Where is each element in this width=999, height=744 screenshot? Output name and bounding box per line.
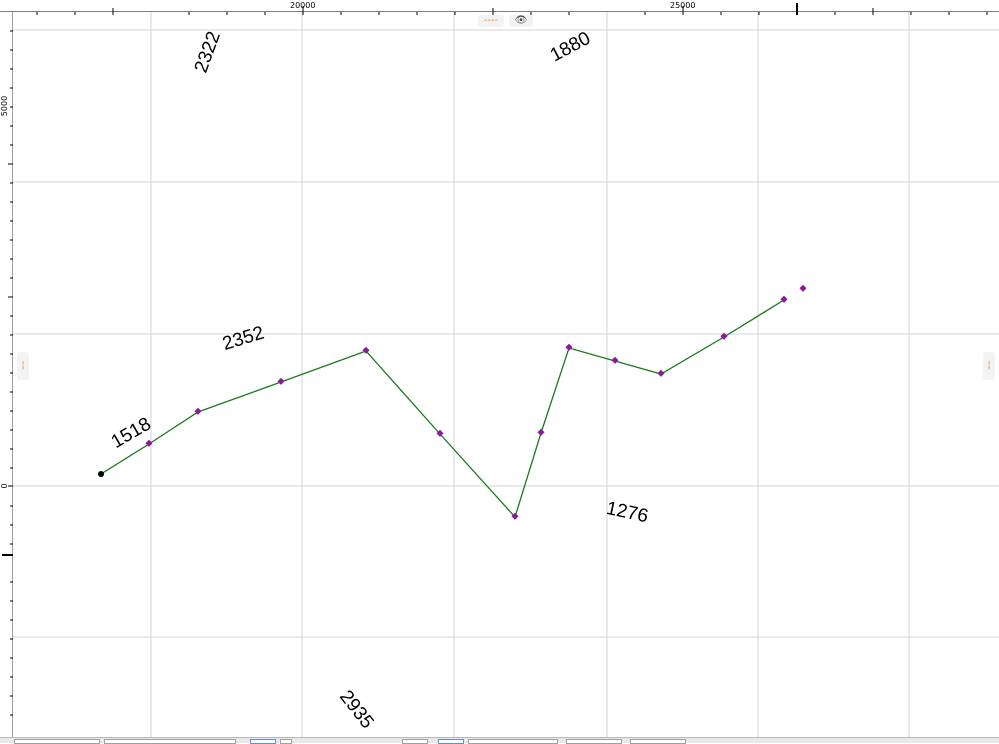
segment-label: 2935 — [335, 686, 378, 732]
segment-label: 1518 — [108, 414, 155, 453]
route-start-point[interactable] — [98, 471, 104, 477]
vertex-handle[interactable] — [537, 428, 545, 436]
top-ruler[interactable]: 20000 25000 — [0, 0, 999, 15]
status-button[interactable] — [280, 739, 292, 744]
status-button[interactable] — [402, 739, 428, 744]
eye-icon[interactable]: 👁 — [509, 15, 533, 27]
left-ruler-label-5000: 5000 — [0, 95, 9, 117]
route-polyline[interactable] — [100, 299, 785, 519]
left-ruler-label-0: 0 — [0, 483, 9, 489]
right-page-handle[interactable]: ¦ — [983, 352, 995, 380]
grid — [13, 12, 999, 737]
top-ruler-label-25000: 25000 — [670, 1, 696, 10]
route-drawing[interactable]: 2322 1880 2352 1518 1276 2935 — [13, 12, 999, 737]
vertex-handle[interactable] — [799, 284, 807, 292]
status-field[interactable] — [468, 739, 558, 744]
status-field[interactable] — [14, 739, 100, 744]
left-ruler[interactable]: 5000 0 — [0, 12, 13, 737]
status-field[interactable] — [104, 739, 236, 744]
segment-label: 2352 — [220, 323, 267, 355]
page-break-dash-button[interactable]: ---- — [478, 15, 504, 27]
drawing-canvas[interactable]: 2322 1880 2352 1518 1276 2935 ---- 👁 ¦ ¦ — [13, 12, 999, 737]
segment-label: 1880 — [547, 28, 594, 66]
route-vertices[interactable] — [145, 284, 807, 520]
vertex-handle[interactable] — [611, 356, 619, 364]
status-button[interactable] — [630, 739, 686, 744]
vertex-handle[interactable] — [277, 377, 285, 385]
left-ruler-ticks — [2, 30, 13, 716]
vertex-handle[interactable] — [565, 343, 573, 351]
status-button[interactable] — [566, 739, 622, 744]
status-button[interactable] — [438, 739, 464, 744]
top-ruler-label-20000: 20000 — [290, 1, 316, 10]
status-button[interactable] — [250, 739, 276, 744]
segment-label: 1276 — [604, 498, 650, 527]
status-bar — [0, 737, 999, 744]
vertex-handle[interactable] — [362, 346, 370, 354]
left-page-handle[interactable]: ¦ — [17, 352, 29, 380]
segment-label: 2322 — [191, 29, 225, 76]
vertex-handle[interactable] — [657, 369, 665, 377]
